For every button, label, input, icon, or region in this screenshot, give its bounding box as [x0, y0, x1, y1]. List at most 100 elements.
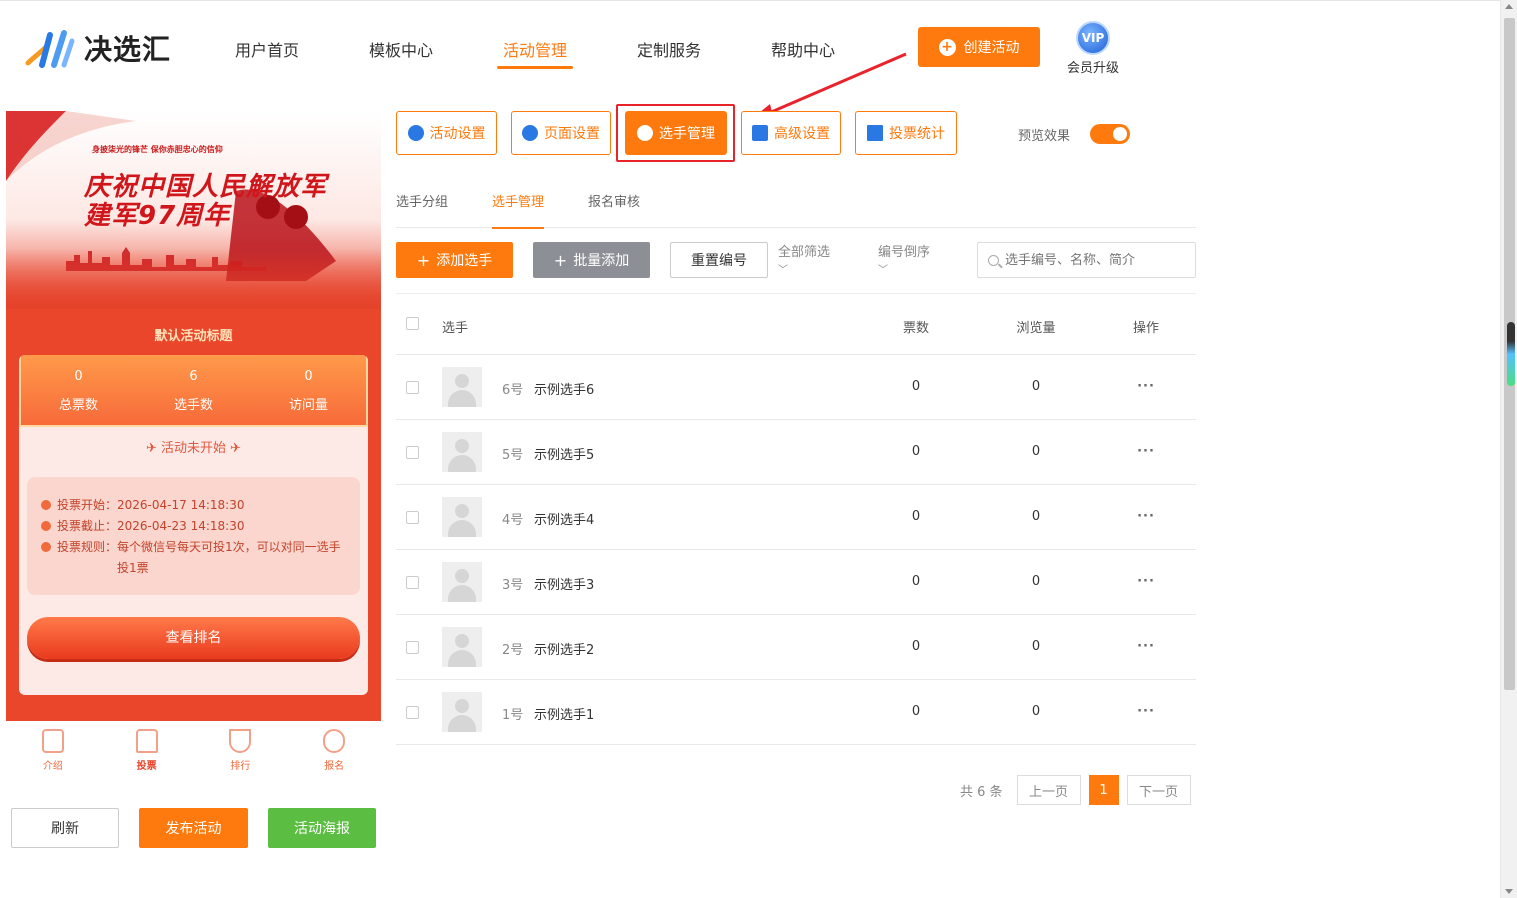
subtab-player-groups[interactable]: 选手分组	[396, 188, 448, 228]
player-avatar	[442, 432, 482, 472]
player-votes: 0	[911, 574, 921, 589]
search-icon	[988, 254, 999, 266]
stat-player-count: 6 选手数	[136, 355, 251, 425]
info-row-rules: 投票规则： 每个微信号每天可投1次，可以对同一选手投1票	[41, 537, 346, 579]
info-value: 每个微信号每天可投1次，可以对同一选手投1票	[117, 540, 341, 575]
preview-toggle-label: 预览效果	[1018, 128, 1071, 144]
user-icon	[323, 729, 346, 753]
table-row: 3号 示例选手3 0 0 ···	[396, 550, 1196, 615]
header-views: 浏览量	[1016, 321, 1056, 336]
preview-toggle-group: 预览效果	[1018, 124, 1131, 144]
info-value: 2026-04-23 14:18:30	[117, 519, 245, 533]
activity-banner: 身披柒光的锋芒 保你赤胆忠心的信仰 庆祝中国人民解放军 建军97周年	[6, 111, 381, 309]
view-ranking-button[interactable]: 查看排名	[27, 617, 360, 659]
scroll-up-icon[interactable]	[1505, 4, 1513, 9]
plus-icon: +	[553, 250, 568, 270]
subtab-signup-review[interactable]: 报名审核	[588, 188, 640, 228]
stat-value: 6	[189, 369, 198, 384]
total-count: 共 6 条	[960, 784, 1003, 800]
player-name: 示例选手4	[534, 513, 595, 528]
page-scrollbar[interactable]	[1500, 0, 1517, 898]
gear-icon	[522, 125, 538, 141]
tab-page-settings[interactable]: 页面设置	[511, 111, 611, 155]
banner-slogan: 身披柒光的锋芒 保你赤胆忠心的信仰	[92, 145, 223, 154]
prev-page-button[interactable]: 上一页	[1016, 775, 1081, 805]
sort-dropdown[interactable]: 编号倒序 ﹀	[878, 244, 930, 280]
tab-activity-settings[interactable]: 活动设置	[396, 111, 497, 155]
plus-icon: +	[416, 250, 431, 270]
row-checkbox[interactable]	[406, 641, 419, 654]
row-checkbox[interactable]	[406, 511, 419, 524]
annotation-highlight-box	[616, 104, 735, 162]
row-checkbox[interactable]	[406, 706, 419, 719]
reset-number-button[interactable]: 重置编号	[670, 242, 768, 278]
header-votes: 票数	[902, 321, 929, 336]
page-1-button[interactable]: 1	[1088, 775, 1119, 805]
filter-dropdown[interactable]: 全部筛选 ﹀	[778, 244, 830, 280]
tab-vote-statistics[interactable]: 投票统计	[855, 111, 957, 155]
subtab-player-management[interactable]: 选手管理	[492, 188, 545, 229]
nav-item-activity-management[interactable]: 活动管理	[468, 37, 602, 69]
nav-item-custom-service[interactable]: 定制服务	[602, 37, 736, 69]
nav-item-templates[interactable]: 模板中心	[334, 37, 468, 69]
player-votes: 0	[911, 704, 921, 719]
logo-text: 决选汇	[84, 33, 172, 66]
batch-add-label: 批量添加	[573, 253, 630, 269]
player-views: 0	[1031, 704, 1041, 719]
player-views: 0	[1031, 639, 1041, 654]
chevron-down-icon: ﹀	[778, 265, 788, 276]
refresh-button[interactable]: 刷新	[11, 808, 119, 848]
preview-tab-bar: 介绍 投票 排行 报名	[6, 721, 381, 779]
tab-label: 页面设置	[544, 126, 600, 142]
clock-icon	[41, 521, 51, 531]
nav-item-home[interactable]: 用户首页	[200, 37, 334, 69]
sub-tabs: 选手分组 选手管理 报名审核	[396, 188, 1196, 229]
player-votes: 0	[911, 639, 921, 654]
row-checkbox[interactable]	[406, 576, 419, 589]
create-activity-button[interactable]: + 创建活动	[918, 27, 1040, 67]
scroll-down-icon[interactable]	[1505, 889, 1513, 894]
more-actions-icon[interactable]: ···	[1106, 444, 1186, 459]
player-search[interactable]	[977, 242, 1196, 278]
select-all-checkbox[interactable]	[406, 317, 419, 330]
tab-advanced-settings[interactable]: 高级设置	[741, 111, 841, 155]
tab-intro[interactable]: 介绍	[6, 721, 100, 779]
row-checkbox[interactable]	[406, 381, 419, 394]
more-actions-icon[interactable]: ···	[1106, 704, 1186, 719]
search-input[interactable]	[1005, 252, 1185, 268]
stats-panel: 0 总票数 6 选手数 0 访问量	[19, 355, 368, 427]
more-actions-icon[interactable]: ···	[1106, 574, 1186, 589]
more-actions-icon[interactable]: ···	[1106, 509, 1186, 524]
stat-value: 0	[74, 369, 83, 384]
preview-toggle-switch[interactable]	[1090, 124, 1131, 144]
next-page-button[interactable]: 下一页	[1126, 775, 1191, 805]
stat-label: 访问量	[288, 398, 328, 413]
tab-label: 介绍	[42, 761, 63, 772]
publish-activity-button[interactable]: 发布活动	[139, 808, 248, 848]
add-player-button[interactable]: + 添加选手	[396, 242, 513, 278]
info-label: 投票截止：	[57, 519, 118, 533]
row-checkbox[interactable]	[406, 446, 419, 459]
batch-add-button[interactable]: + 批量添加	[533, 242, 650, 278]
stat-label: 总票数	[58, 398, 98, 413]
vip-upgrade[interactable]: VIP 会员升级	[1062, 21, 1124, 76]
tab-vote[interactable]: 投票	[100, 721, 194, 779]
player-name: 示例选手5	[534, 448, 595, 463]
player-avatar	[442, 497, 482, 537]
more-actions-icon[interactable]: ···	[1106, 379, 1186, 394]
tab-ranking[interactable]: 排行	[194, 721, 288, 779]
player-avatar	[442, 367, 482, 407]
activity-poster-button[interactable]: 活动海报	[268, 808, 376, 848]
tab-signup[interactable]: 报名	[287, 721, 381, 779]
add-player-label: 添加选手	[436, 253, 493, 269]
table-row: 2号 示例选手2 0 0 ···	[396, 615, 1196, 680]
header-player: 选手	[442, 321, 469, 336]
info-label: 投票规则：	[57, 540, 118, 554]
dove-left-icon: ✈	[145, 441, 157, 456]
logo[interactable]: 决选汇	[24, 27, 171, 69]
player-number: 4号	[502, 513, 524, 528]
more-actions-icon[interactable]: ···	[1106, 639, 1186, 654]
table-row: 6号 示例选手6 0 0 ···	[396, 355, 1196, 420]
player-number: 2号	[502, 643, 524, 658]
player-views: 0	[1031, 509, 1041, 524]
